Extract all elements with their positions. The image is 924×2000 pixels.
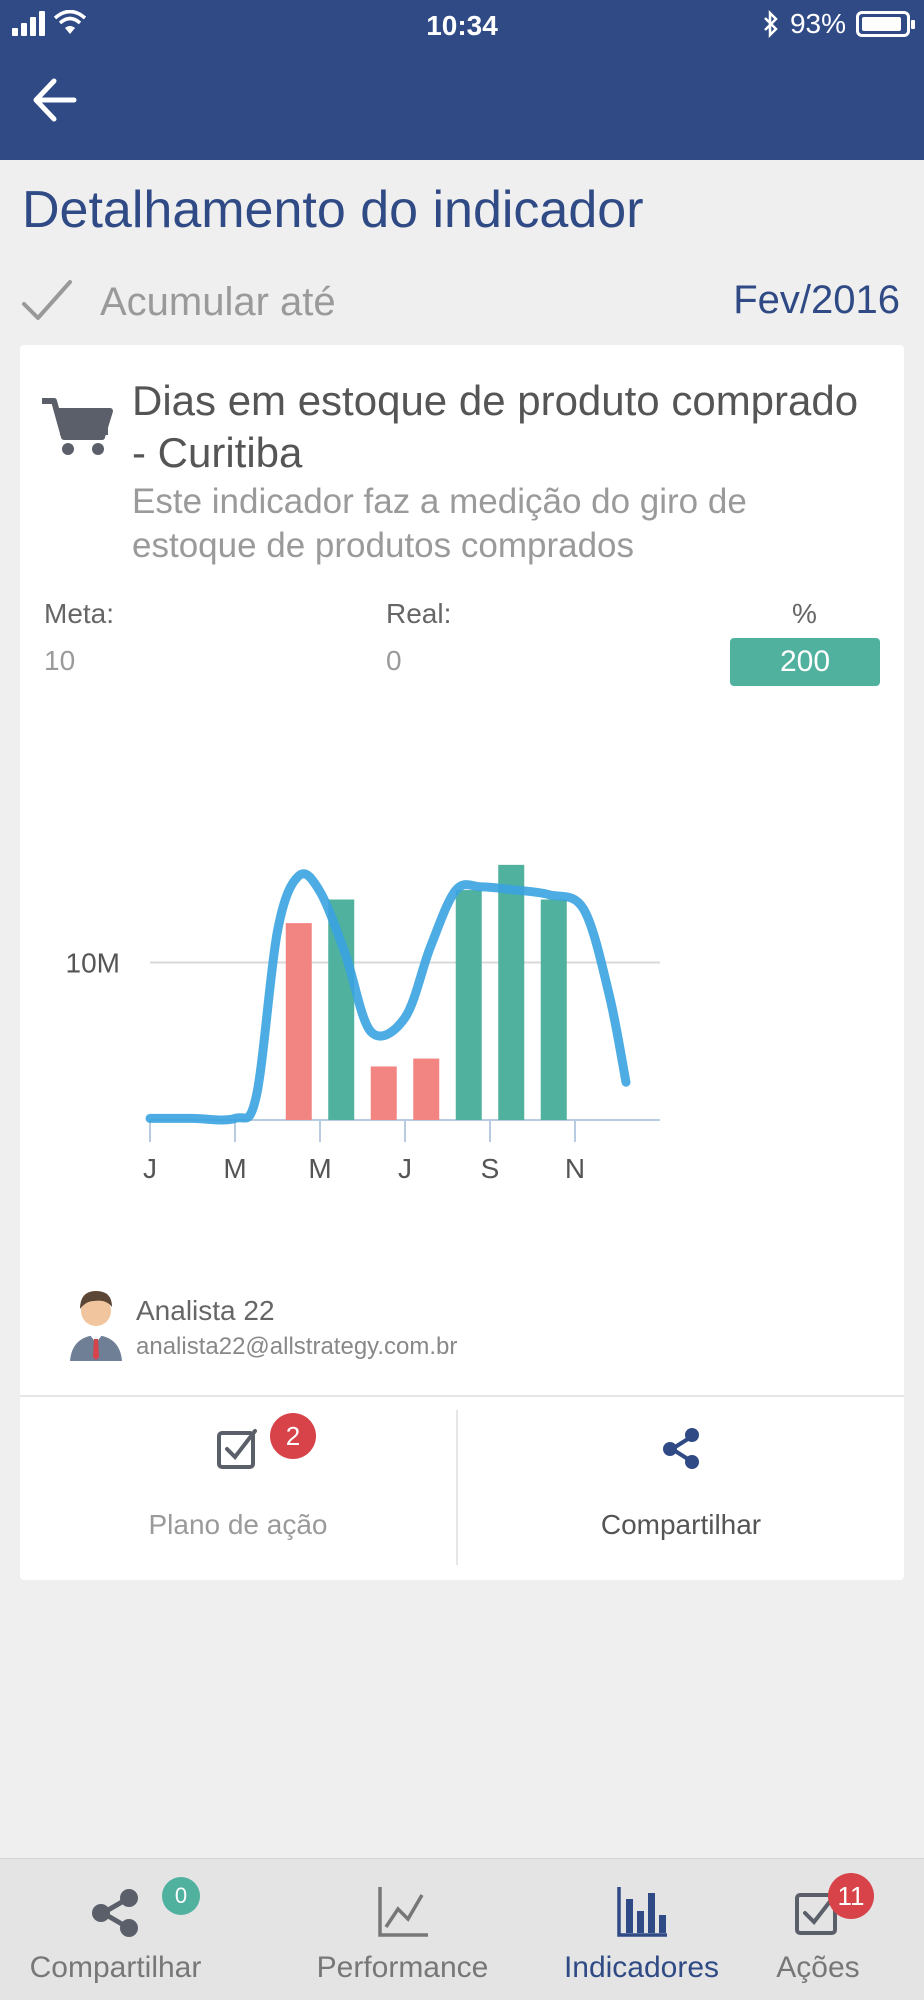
- user-avatar-icon: [70, 1291, 122, 1361]
- share-button[interactable]: Compartilhar: [458, 1397, 904, 1580]
- share-icon: [91, 1889, 138, 1937]
- x-tick-label: N: [565, 1153, 585, 1184]
- chart-bar: [455, 890, 482, 1120]
- tab-compartilhar[interactable]: 0 Compartilhar: [0, 1859, 231, 2000]
- analyst-email[interactable]: analista22@allstrategy.com.br: [136, 1333, 457, 1361]
- tab-performance-label: Performance: [316, 1951, 489, 1984]
- x-tick-label: S: [481, 1153, 500, 1184]
- x-tick-label: M: [308, 1153, 331, 1184]
- status-right: 93%: [762, 8, 915, 40]
- chart-bar: [498, 864, 525, 1120]
- real-value: 0: [386, 645, 402, 676]
- indicator-card: Dias em estoque de produto comprado - Cu…: [20, 345, 904, 1580]
- tab-compartilhar-label: Compartilhar: [29, 1951, 202, 1984]
- indicator-title: Dias em estoque de produto comprado - Cu…: [132, 377, 859, 476]
- real-label: Real:: [386, 598, 452, 629]
- back-arrow-icon[interactable]: [26, 70, 86, 130]
- tab-compartilhar-badge: 0: [162, 1877, 200, 1915]
- chart-bar: [540, 899, 567, 1120]
- percent-label: %: [792, 598, 817, 629]
- x-tick-label: J: [143, 1153, 157, 1184]
- page-title: Detalhamento do indicador: [22, 181, 644, 239]
- bluetooth-icon: [764, 10, 778, 38]
- action-plan-label: Plano de ação: [148, 1509, 328, 1540]
- tab-acoes[interactable]: 11 Ações: [712, 1859, 924, 2000]
- bar-chart-icon: [616, 1887, 667, 1937]
- share-label: Compartilhar: [600, 1509, 762, 1540]
- tab-performance[interactable]: Performance: [287, 1859, 518, 2000]
- y-tick-label: 10M: [66, 948, 120, 979]
- x-tick-label: J: [398, 1153, 412, 1184]
- analyst-info: Analista 22 analista22@allstrategy.com.b…: [42, 1285, 882, 1375]
- app-bar: 10:34 93%: [0, 0, 924, 160]
- analyst-name: Analista 22: [136, 1295, 275, 1326]
- status-bar: 10:34 93%: [0, 0, 924, 50]
- period-selector[interactable]: Fev/2016: [733, 278, 900, 323]
- chart-bar: [285, 923, 312, 1120]
- tab-bar: 0 Compartilhar Performance Indicadores 1…: [0, 1858, 924, 2000]
- meta-value: 10: [44, 645, 76, 676]
- check-icon[interactable]: [20, 276, 74, 326]
- accumulate-row[interactable]: Acumular até Fev/2016: [20, 272, 904, 332]
- action-plan-badge: 2: [270, 1413, 316, 1459]
- share-icon: [663, 1428, 699, 1469]
- chart-bar: [413, 1058, 440, 1120]
- indicator-chart: 10M J M M J S N: [66, 864, 660, 1184]
- x-tick-label: M: [223, 1153, 246, 1184]
- meta-label: Meta:: [44, 598, 115, 629]
- battery-icon: [856, 11, 915, 37]
- tab-acoes-label: Ações: [776, 1951, 860, 1984]
- chart-bar: [370, 1066, 397, 1120]
- shopping-cart-icon: [42, 398, 113, 455]
- line-chart-icon: [377, 1887, 428, 1937]
- accumulate-label: Acumular até: [100, 280, 336, 324]
- battery-percent: 93%: [789, 8, 846, 39]
- percent-badge: 200: [730, 638, 880, 686]
- tab-acoes-badge: 11: [828, 1873, 874, 1919]
- checkbox-icon: [217, 1429, 257, 1469]
- action-plan-button[interactable]: 2 Plano de ação: [20, 1397, 456, 1580]
- indicator-description: Este indicador faz a medição do giro de …: [132, 482, 747, 565]
